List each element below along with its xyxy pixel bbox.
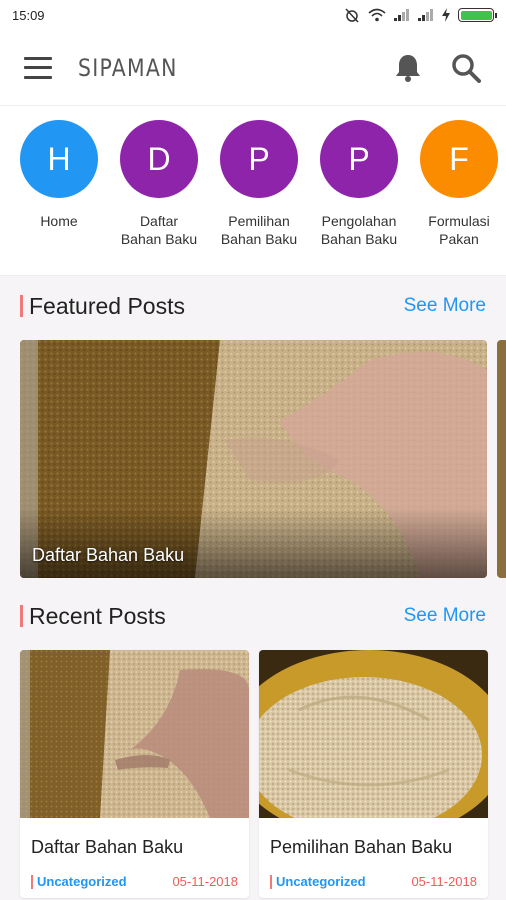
category-avatar: P (220, 120, 298, 198)
recent-post-title: Daftar Bahan Baku (31, 837, 184, 857)
recent-post-card[interactable]: Pemilihan Bahan Baku Uncategorized 05-11… (259, 650, 488, 898)
menu-icon[interactable] (24, 56, 52, 79)
app-title: SIPAMAN (78, 53, 178, 82)
post-date: 05-11-2018 (411, 874, 477, 889)
category-marker (31, 874, 33, 889)
featured-posts-title: Featured Posts (29, 292, 185, 319)
status-time: 15:09 (12, 7, 45, 23)
status-bar: 15:09 (0, 0, 506, 30)
search-icon[interactable] (450, 52, 482, 84)
recent-post-title: Pemilihan Bahan Baku (270, 837, 453, 857)
wifi-icon (368, 8, 386, 22)
app-bar: SIPAMAN (0, 30, 506, 106)
category-formulasi-pakan[interactable]: F Formulasi Pakan (420, 120, 498, 275)
post-category-link[interactable]: Uncategorized (37, 874, 172, 889)
recent-see-more-link[interactable]: See More (404, 605, 486, 627)
notification-bell-icon[interactable] (394, 53, 422, 83)
category-strip: H Home D Daftar Bahan Baku P Pemilihan B… (0, 106, 506, 276)
category-label: Pengolahan Bahan Baku (320, 213, 398, 247)
recent-post-meta: Uncategorized 05-11-2018 (270, 874, 477, 889)
category-avatar: H (20, 120, 98, 198)
category-label: Home (40, 213, 78, 229)
post-date: 05-11-2018 (172, 874, 238, 889)
category-avatar: D (120, 120, 198, 198)
recent-post-card[interactable]: Daftar Bahan Baku Uncategorized 05-11-20… (20, 650, 249, 898)
category-pengolahan-bahan-baku[interactable]: P Pengolahan Bahan Baku (320, 120, 398, 275)
featured-post-card[interactable]: Daftar Bahan Baku (20, 340, 487, 578)
recent-posts-title: Recent Posts (29, 602, 166, 629)
next-featured-card[interactable] (497, 340, 506, 578)
post-category-link[interactable]: Uncategorized (276, 874, 411, 889)
featured-post-caption: Daftar Bahan Baku (32, 545, 185, 565)
category-label: Daftar Bahan Baku (120, 213, 198, 247)
next-featured-image (497, 340, 506, 578)
category-marker (270, 874, 272, 889)
category-pemilihan-bahan-baku[interactable]: P Pemilihan Bahan Baku (220, 120, 298, 275)
section-marker (20, 605, 23, 627)
charging-icon (442, 8, 450, 22)
section-marker (20, 295, 23, 317)
category-home[interactable]: H Home (20, 120, 98, 275)
signal-2-icon (418, 9, 433, 21)
category-daftar-bahan-baku[interactable]: D Daftar Bahan Baku (120, 120, 198, 275)
signal-icon (394, 9, 409, 21)
status-icons (344, 7, 497, 23)
category-avatar: F (420, 120, 498, 198)
category-avatar: P (320, 120, 398, 198)
category-label: Formulasi Pakan (428, 213, 490, 247)
recent-post-image (20, 650, 249, 818)
featured-see-more-link[interactable]: See More (404, 295, 486, 317)
featured-posts-header: Featured Posts See More (20, 291, 486, 321)
alarm-off-icon (345, 8, 359, 23)
recent-posts-header: Recent Posts See More (20, 601, 486, 631)
caption-gradient (20, 508, 487, 578)
battery-icon (458, 8, 497, 22)
app-bar-actions (394, 52, 482, 84)
recent-post-image (259, 650, 488, 840)
recent-post-meta: Uncategorized 05-11-2018 (31, 874, 238, 889)
category-label: Pemilihan Bahan Baku (220, 213, 298, 247)
